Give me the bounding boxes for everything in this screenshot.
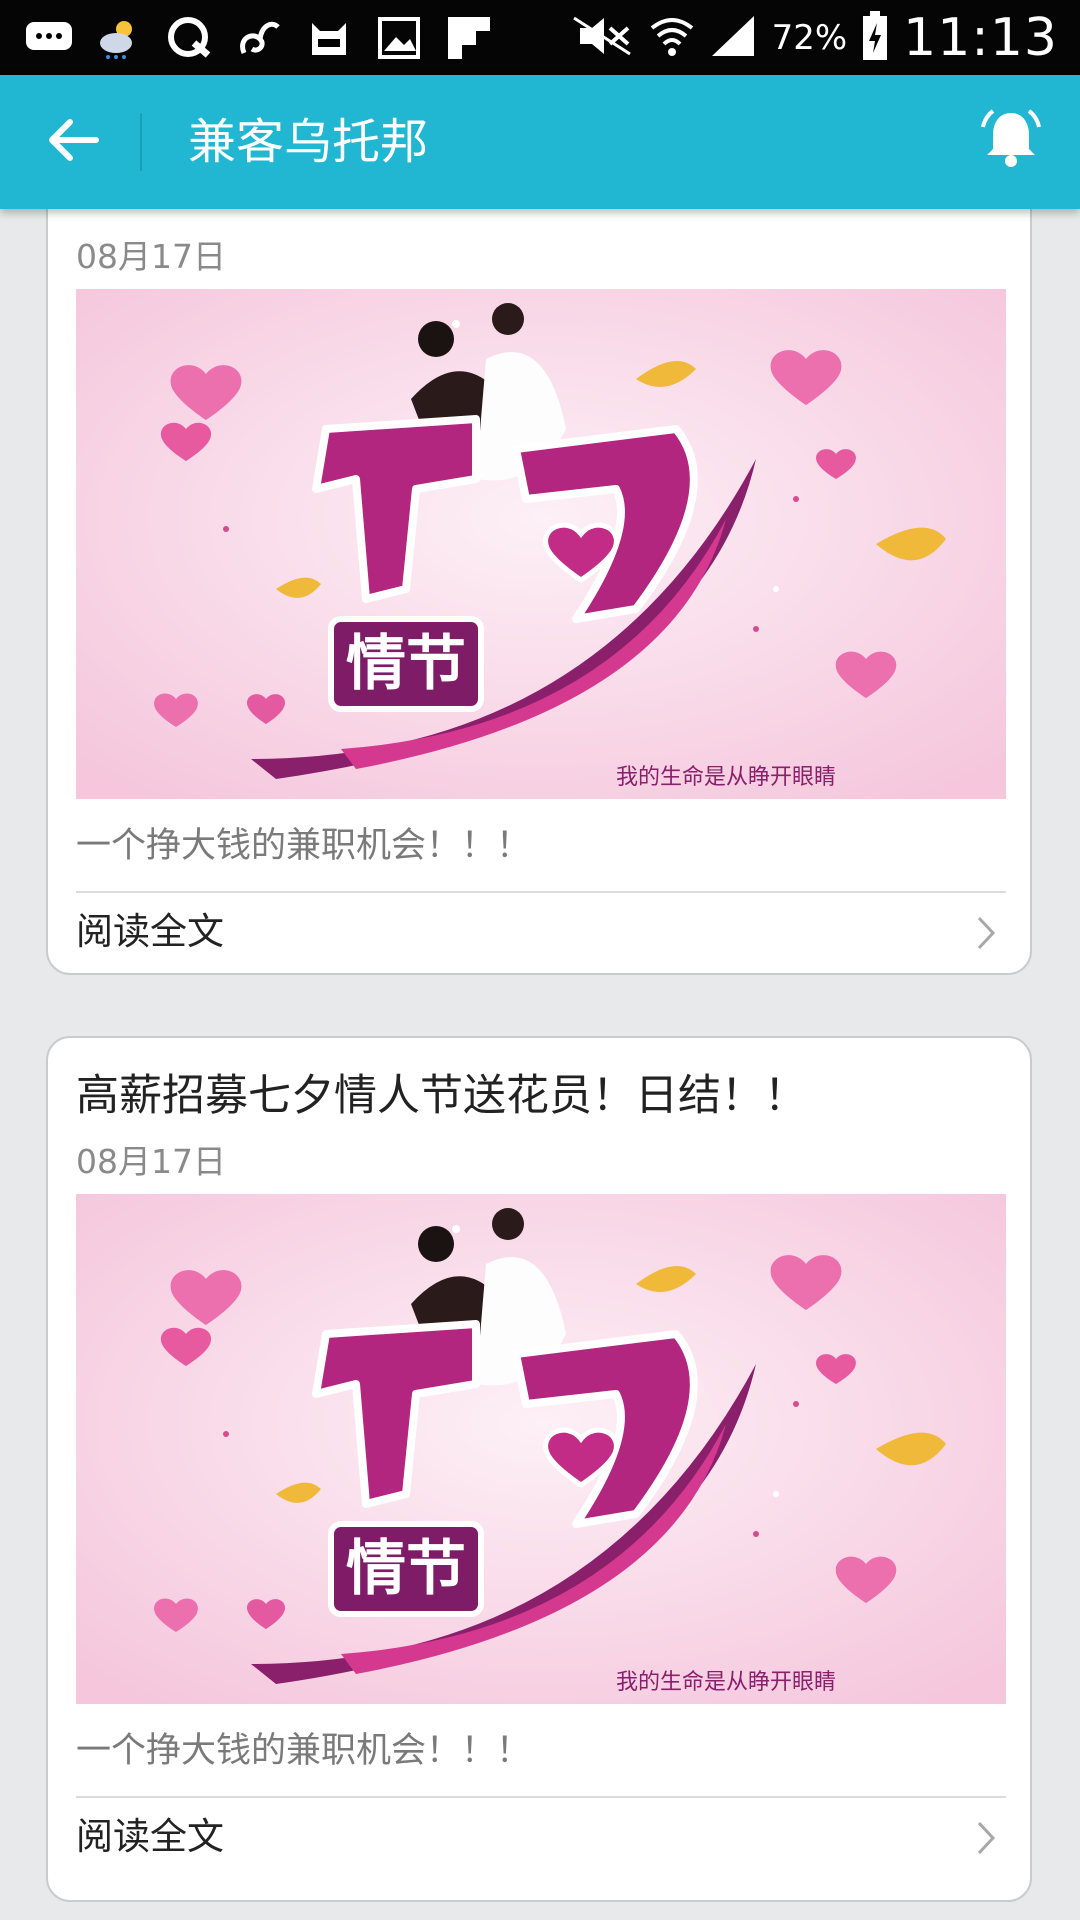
- image-icon: [374, 13, 424, 63]
- article-image[interactable]: 情节 七夕 我的生命是从睁开眼睛: [76, 1194, 1006, 1704]
- cat-icon: [304, 13, 354, 63]
- message-icon: [24, 13, 74, 63]
- banner-title-top: 七夕: [366, 1333, 626, 1485]
- chevron-right-icon[interactable]: [972, 1818, 1000, 1858]
- notification-icons: [24, 10, 494, 66]
- chevron-right-icon[interactable]: [972, 913, 1000, 953]
- bell-icon: [977, 105, 1045, 177]
- app-icon: [234, 13, 284, 63]
- q-icon: [164, 13, 214, 63]
- flipboard-icon: [444, 13, 494, 63]
- battery-percent: 72%: [771, 18, 848, 58]
- read-more-link[interactable]: 阅读全文: [76, 907, 224, 957]
- qixi-banner-image: 情节 七夕 我的生命是从睁开眼睛: [76, 1194, 1006, 1704]
- status-bar: 72% 11:13: [0, 0, 1080, 75]
- article-card[interactable]: 高薪招募七夕情人节送花员！日结！！ 08月17日 情节 七夕 我的生命是从睁开眼…: [46, 1036, 1032, 1902]
- qixi-banner-image: 情节 七夕 我的生命是从睁开眼睛: [76, 289, 1006, 799]
- app-bar-divider: [140, 113, 142, 171]
- signal-icon: [710, 14, 758, 62]
- article-date: 08月17日: [76, 237, 226, 276]
- article-image[interactable]: 情节 七夕 我的生命是从睁开眼睛: [76, 289, 1006, 799]
- read-more-link[interactable]: 阅读全文: [76, 1812, 224, 1862]
- weather-icon: [94, 13, 144, 63]
- app-bar: 兼客乌托邦: [0, 75, 1080, 209]
- divider: [76, 1796, 1006, 1798]
- wifi-icon: [648, 12, 696, 64]
- arrow-left-icon: [44, 116, 100, 168]
- banner-title-bottom: 情节: [346, 629, 466, 699]
- article-title[interactable]: 高薪招募七夕情人节送花员！日结！！: [76, 1068, 807, 1124]
- banner-caption: 我的生命是从睁开眼睛: [616, 765, 836, 790]
- back-button[interactable]: [38, 112, 106, 172]
- mute-icon: [570, 14, 634, 62]
- article-card[interactable]: 08月17日 情节 七夕 我的生命是从睁开眼睛 一个挣大钱的兼职机会！！！ 阅读…: [46, 209, 1032, 975]
- divider: [76, 891, 1006, 893]
- article-date: 08月17日: [76, 1142, 226, 1181]
- article-description: 一个挣大钱的兼职机会！！！: [76, 1731, 532, 1771]
- clock: 11:13: [903, 8, 1058, 68]
- article-description: 一个挣大钱的兼职机会！！！: [76, 826, 532, 866]
- notification-button[interactable]: [976, 105, 1046, 177]
- banner-title-top: 七夕: [366, 428, 626, 580]
- battery-icon: [861, 11, 889, 65]
- article-list[interactable]: 08月17日 情节 七夕 我的生命是从睁开眼睛 一个挣大钱的兼职机会！！！ 阅读…: [0, 209, 1080, 1920]
- system-status: 72% 11:13: [570, 6, 1058, 70]
- page-title: 兼客乌托邦: [188, 114, 429, 170]
- banner-title-bottom: 情节: [346, 1534, 466, 1604]
- banner-caption: 我的生命是从睁开眼睛: [616, 1670, 836, 1695]
